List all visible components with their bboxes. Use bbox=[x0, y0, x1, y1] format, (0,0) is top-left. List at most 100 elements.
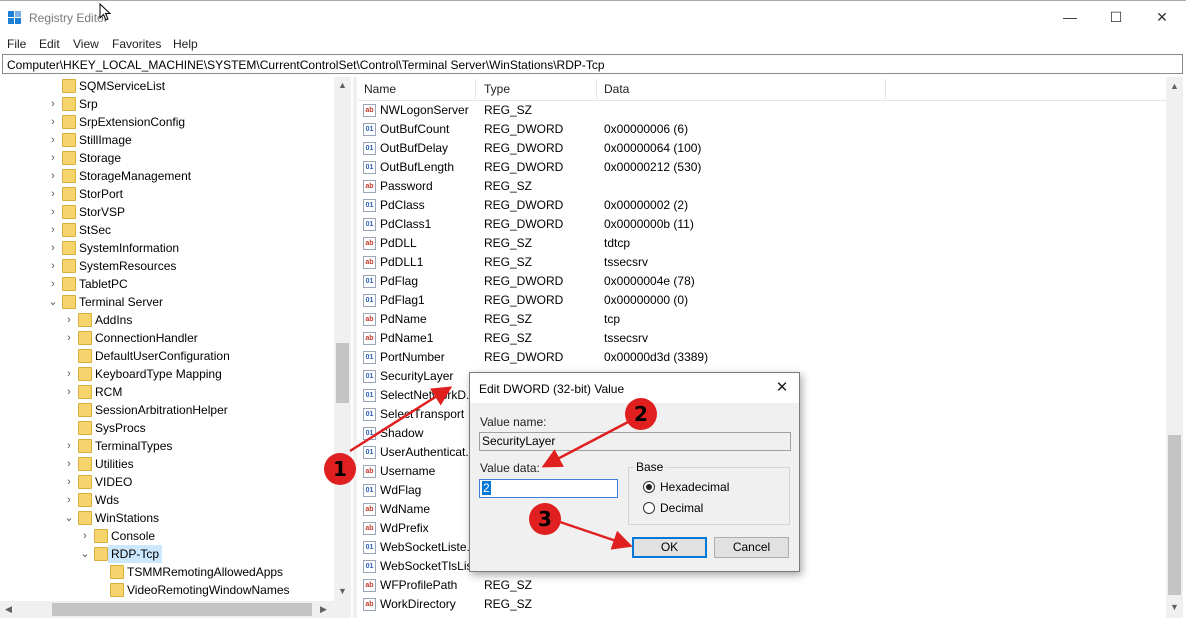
value-row[interactable]: 01 OutBufCount REG_DWORD 0x00000006 (6) bbox=[358, 120, 1166, 139]
chevron-right-icon[interactable]: › bbox=[48, 149, 58, 167]
close-button[interactable]: ✕ bbox=[1139, 1, 1185, 34]
tree-item[interactable]: › StorVSP bbox=[0, 203, 334, 221]
tree-item[interactable]: SessionArbitrationHelper bbox=[0, 401, 334, 419]
tree-horizontal-scrollbar[interactable]: ◀ ▶ bbox=[0, 601, 351, 618]
tree-item[interactable]: › Utilities bbox=[0, 455, 334, 473]
value-row[interactable]: 01 PortNumber REG_DWORD 0x00000d3d (3389) bbox=[358, 348, 1166, 367]
tree-item[interactable]: VideoRemotingWindowNames bbox=[0, 581, 334, 599]
chevron-right-icon[interactable]: › bbox=[48, 167, 58, 185]
value-row[interactable]: 01 PdFlag1 REG_DWORD 0x00000000 (0) bbox=[358, 291, 1166, 310]
column-name[interactable]: Name bbox=[364, 82, 396, 96]
tree-item[interactable]: › StillImage bbox=[0, 131, 334, 149]
cancel-button[interactable]: Cancel bbox=[714, 537, 789, 558]
tree-vertical-scrollbar[interactable]: ▲ ▼ bbox=[334, 77, 351, 601]
tree-hscroll-thumb[interactable] bbox=[52, 603, 312, 616]
chevron-right-icon[interactable]: › bbox=[64, 311, 74, 329]
tree-item[interactable]: › SystemResources bbox=[0, 257, 334, 275]
value-row[interactable]: ab Password REG_SZ bbox=[358, 177, 1166, 196]
scroll-down-icon[interactable]: ▼ bbox=[338, 586, 347, 596]
menu-favorites[interactable]: Favorites bbox=[112, 37, 161, 51]
value-row[interactable]: ab PdDLL1 REG_SZ tssecsrv bbox=[358, 253, 1166, 272]
tree-item[interactable]: ⌄ WinStations bbox=[0, 509, 334, 527]
scroll-right-icon[interactable]: ▶ bbox=[320, 604, 327, 615]
decimal-radio[interactable] bbox=[643, 502, 655, 514]
menu-edit[interactable]: Edit bbox=[39, 37, 60, 51]
value-row[interactable]: ab PdName1 REG_SZ tssecsrv bbox=[358, 329, 1166, 348]
tree-item[interactable]: › SrpExtensionConfig bbox=[0, 113, 334, 131]
value-row[interactable]: ab WorkDirectory REG_SZ bbox=[358, 595, 1166, 614]
tree-item[interactable]: ⌄ Terminal Server bbox=[0, 293, 334, 311]
chevron-down-icon[interactable]: ⌄ bbox=[48, 293, 58, 311]
value-row[interactable]: 01 OutBufDelay REG_DWORD 0x00000064 (100) bbox=[358, 139, 1166, 158]
tree-item[interactable]: › KeyboardType Mapping bbox=[0, 365, 334, 383]
chevron-right-icon[interactable]: › bbox=[64, 455, 74, 473]
value-row[interactable]: 01 PdClass REG_DWORD 0x00000002 (2) bbox=[358, 196, 1166, 215]
value-row[interactable]: 01 PdFlag REG_DWORD 0x0000004e (78) bbox=[358, 272, 1166, 291]
value-row[interactable]: ab WFProfilePath REG_SZ bbox=[358, 576, 1166, 595]
value-data-input[interactable]: 2 bbox=[479, 479, 618, 498]
chevron-right-icon[interactable]: › bbox=[64, 473, 74, 491]
scroll-up-icon[interactable]: ▲ bbox=[338, 80, 347, 90]
list-scroll-thumb[interactable] bbox=[1168, 435, 1181, 595]
chevron-right-icon[interactable]: › bbox=[48, 131, 58, 149]
chevron-right-icon[interactable]: › bbox=[48, 221, 58, 239]
chevron-down-icon[interactable]: ⌄ bbox=[80, 545, 90, 563]
tree-item[interactable]: › Storage bbox=[0, 149, 334, 167]
value-row[interactable]: ab NWLogonServer REG_SZ bbox=[358, 101, 1166, 120]
value-row[interactable]: 01 OutBufLength REG_DWORD 0x00000212 (530) bbox=[358, 158, 1166, 177]
tree-item[interactable]: › ConnectionHandler bbox=[0, 329, 334, 347]
tree-item[interactable]: DefaultUserConfiguration bbox=[0, 347, 334, 365]
value-row[interactable]: 01 PdClass1 REG_DWORD 0x0000000b (11) bbox=[358, 215, 1166, 234]
tree-item[interactable]: › Srp bbox=[0, 95, 334, 113]
chevron-right-icon[interactable]: › bbox=[64, 365, 74, 383]
tree-item[interactable]: › Console bbox=[0, 527, 334, 545]
chevron-right-icon[interactable]: › bbox=[48, 185, 58, 203]
scroll-up-icon[interactable]: ▲ bbox=[1170, 81, 1179, 91]
scroll-left-icon[interactable]: ◀ bbox=[5, 604, 12, 615]
tree-item[interactable]: TSMMRemotingAllowedApps bbox=[0, 563, 334, 581]
tree-item[interactable]: SysProcs bbox=[0, 419, 334, 437]
menu-file[interactable]: File bbox=[7, 37, 26, 51]
chevron-right-icon[interactable]: › bbox=[48, 113, 58, 131]
chevron-right-icon[interactable]: › bbox=[48, 257, 58, 275]
hexadecimal-radio[interactable] bbox=[643, 481, 655, 493]
tree-item[interactable]: › StorageManagement bbox=[0, 167, 334, 185]
tree-item[interactable]: › StorPort bbox=[0, 185, 334, 203]
chevron-right-icon[interactable]: › bbox=[48, 275, 58, 293]
chevron-right-icon[interactable]: › bbox=[48, 203, 58, 221]
chevron-right-icon[interactable]: › bbox=[64, 383, 74, 401]
value-row[interactable]: ab PdDLL REG_SZ tdtcp bbox=[358, 234, 1166, 253]
chevron-right-icon[interactable]: › bbox=[48, 239, 58, 257]
tree-item[interactable]: › TerminalTypes bbox=[0, 437, 334, 455]
tree-item[interactable]: › Wds bbox=[0, 491, 334, 509]
tree-item[interactable]: › VIDEO bbox=[0, 473, 334, 491]
maximize-button[interactable]: ☐ bbox=[1093, 1, 1139, 34]
column-data[interactable]: Data bbox=[604, 82, 629, 96]
tree-item[interactable]: SQMServiceList bbox=[0, 77, 334, 95]
column-type[interactable]: Type bbox=[484, 82, 510, 96]
scroll-down-icon[interactable]: ▼ bbox=[1170, 602, 1179, 612]
tree-item[interactable]: ⌄ RDP-Tcp bbox=[0, 545, 334, 563]
tree-item[interactable]: › StSec bbox=[0, 221, 334, 239]
tree-item[interactable]: › SystemInformation bbox=[0, 239, 334, 257]
chevron-right-icon[interactable]: › bbox=[64, 329, 74, 347]
key-tree[interactable]: SQMServiceList › Srp › SrpExtensionConfig › St… bbox=[0, 77, 350, 617]
dialog-close-button[interactable]: ✕ bbox=[771, 377, 793, 399]
minimize-button[interactable]: — bbox=[1047, 1, 1093, 34]
tree-scroll-thumb[interactable] bbox=[336, 343, 349, 403]
ok-button[interactable]: OK bbox=[632, 537, 707, 558]
value-row[interactable]: ab PdName REG_SZ tcp bbox=[358, 310, 1166, 329]
value-name-field[interactable]: SecurityLayer bbox=[479, 432, 791, 451]
list-vertical-scrollbar[interactable]: ▲ ▼ bbox=[1166, 77, 1183, 618]
tree-item[interactable]: › AddIns bbox=[0, 311, 334, 329]
chevron-right-icon[interactable]: › bbox=[64, 491, 74, 509]
menu-help[interactable]: Help bbox=[173, 37, 198, 51]
tree-item[interactable]: › TabletPC bbox=[0, 275, 334, 293]
chevron-right-icon[interactable]: › bbox=[80, 527, 90, 545]
pane-splitter[interactable] bbox=[353, 77, 357, 618]
menu-view[interactable]: View bbox=[73, 37, 99, 51]
chevron-down-icon[interactable]: ⌄ bbox=[64, 509, 74, 527]
tree-item[interactable]: › RCM bbox=[0, 383, 334, 401]
chevron-right-icon[interactable]: › bbox=[48, 95, 58, 113]
chevron-right-icon[interactable]: › bbox=[64, 437, 74, 455]
